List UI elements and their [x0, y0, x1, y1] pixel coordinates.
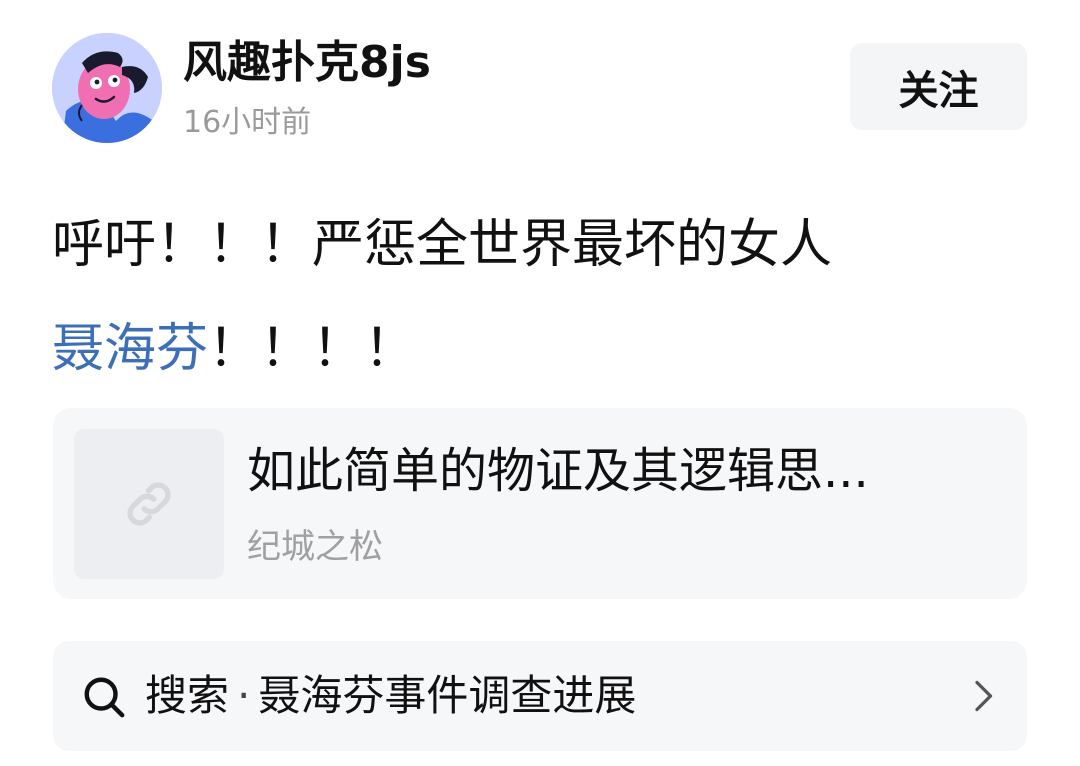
- hashtag-link[interactable]: 聂海芬: [52, 319, 208, 379]
- search-icon: [84, 677, 125, 718]
- avatar[interactable]: [52, 33, 162, 143]
- link-thumbnail: [74, 429, 224, 579]
- post-text: 呼吁！！！严惩全世界最坏的女人 聂海芬！！！！: [52, 193, 1042, 401]
- post-timestamp: 16小时前: [183, 105, 312, 140]
- link-card-title: 如此简单的物证及其逻辑思...: [247, 443, 869, 499]
- related-search-bar[interactable]: 搜索 · 聂海芬事件调查进展: [53, 641, 1027, 751]
- follow-button-label: 关注: [898, 67, 979, 114]
- follow-button[interactable]: 关注: [850, 43, 1027, 130]
- post-line-2-suffix: ！！！！: [208, 319, 417, 379]
- search-separator: ·: [237, 671, 251, 720]
- link-card[interactable]: 如此简单的物证及其逻辑思... 纪城之松: [53, 408, 1027, 599]
- post-line-1: 呼吁！！！严惩全世界最坏的女人: [52, 215, 833, 275]
- chevron-right-icon: [975, 680, 993, 712]
- post-line-2: 聂海芬！！！！: [52, 297, 1042, 401]
- link-icon: [127, 482, 171, 526]
- username[interactable]: 风趣扑克8js: [183, 33, 431, 93]
- search-prefix: 搜索: [145, 671, 230, 720]
- link-card-source: 纪城之松: [247, 527, 383, 567]
- cartoon-avatar-icon: [52, 33, 162, 143]
- search-text: 搜索 · 聂海芬事件调查进展: [145, 667, 636, 725]
- search-query: 聂海芬事件调查进展: [258, 671, 637, 720]
